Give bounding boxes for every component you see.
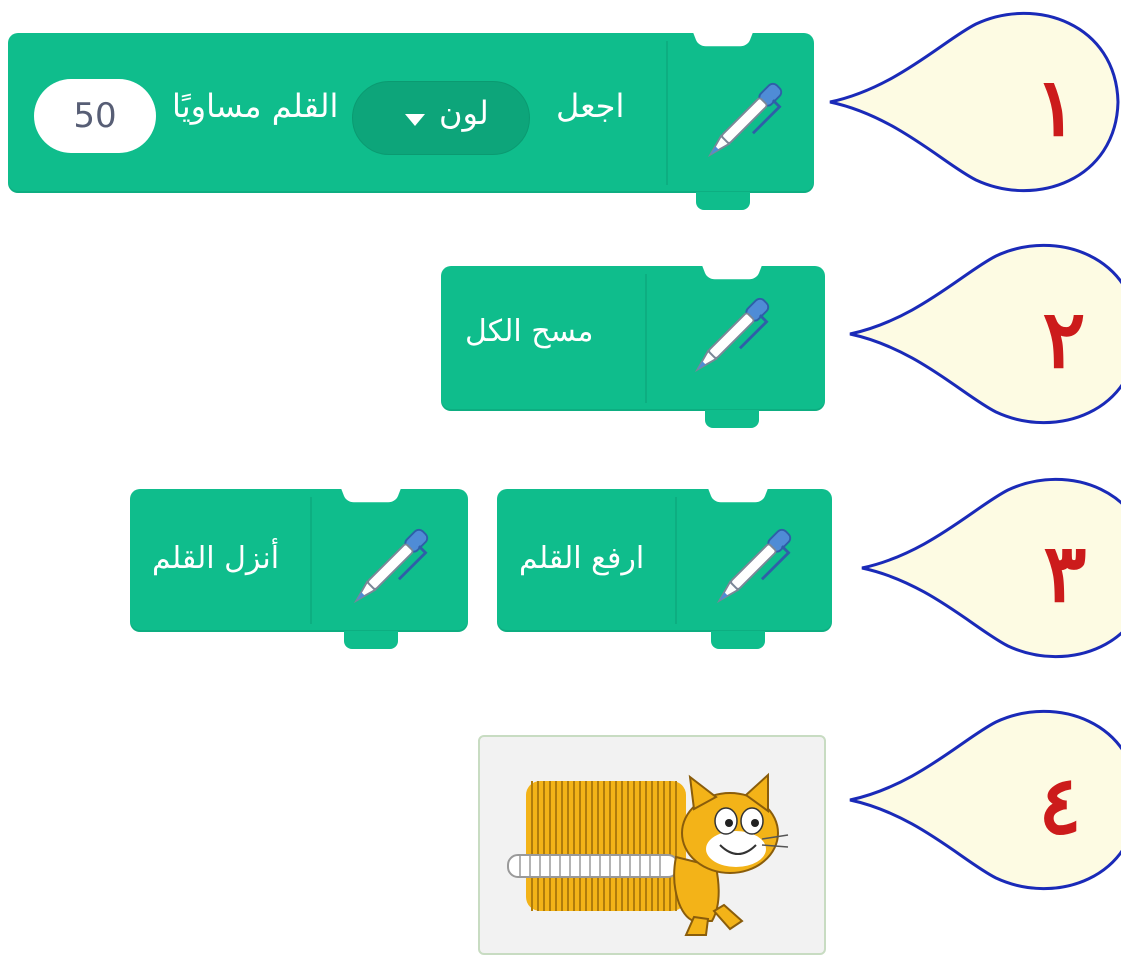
- stage-preview: [478, 735, 826, 955]
- pen-icon: [349, 526, 434, 613]
- callout-number-1: ١: [1034, 60, 1078, 154]
- clear-label: مسح الكل: [465, 314, 594, 349]
- pen-down-label: أنزل القلم: [152, 541, 280, 576]
- pen-icon: [712, 526, 797, 613]
- pen-icon: [690, 295, 775, 382]
- pen-param-dropdown-value: لون: [439, 94, 489, 132]
- dropdown-arrow-icon: [405, 114, 425, 126]
- callout-number-4: ٤: [1038, 758, 1082, 852]
- pen-value-text: 50: [73, 96, 117, 136]
- pen-icon: [703, 80, 788, 167]
- set-pen-verb: اجعل: [556, 87, 625, 125]
- set-pen-suffix: القلم مساويًا: [172, 87, 339, 125]
- pen-up-label: ارفع القلم: [519, 541, 645, 576]
- callout-number-2: ٢: [1042, 292, 1086, 386]
- pen-down-block[interactable]: أنزل القلم: [130, 488, 468, 649]
- callout-number-3: ٣: [1043, 526, 1087, 620]
- set-pen-param-block[interactable]: اجعل لون القلم مساويًا 50: [8, 32, 814, 210]
- pen-up-block[interactable]: ارفع القلم: [497, 488, 832, 649]
- pen-value-input[interactable]: 50: [34, 79, 156, 153]
- clear-block[interactable]: مسح الكل: [441, 265, 825, 428]
- pen-param-dropdown[interactable]: لون: [352, 81, 530, 155]
- scratch-cat-sprite: [507, 772, 789, 936]
